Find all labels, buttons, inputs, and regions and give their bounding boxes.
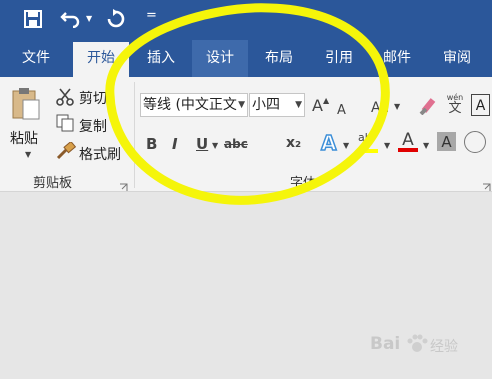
font-size-dropdown-icon[interactable]: ▼ — [295, 94, 302, 116]
subscript-button[interactable]: x₂ — [286, 135, 301, 151]
tab-review[interactable]: 审阅 — [430, 40, 484, 77]
title-bar: ▼ = — [0, 0, 492, 40]
group-separator — [134, 82, 135, 188]
paw-icon — [406, 333, 428, 359]
copy-icon[interactable] — [56, 114, 74, 136]
font-name-dropdown-icon[interactable]: ▼ — [238, 94, 245, 116]
enclose-characters-icon[interactable] — [464, 131, 486, 153]
tab-layout[interactable]: 布局 — [252, 40, 306, 77]
phonetic-bottom: 文 — [448, 101, 462, 116]
bold-button[interactable]: B — [146, 135, 157, 153]
format-painter-icon[interactable] — [56, 140, 77, 164]
text-effects-icon[interactable]: A — [320, 130, 337, 156]
character-shading-icon[interactable]: A — [437, 132, 456, 151]
italic-button[interactable]: I — [172, 135, 178, 153]
customize-qat-icon[interactable]: = — [146, 8, 157, 23]
format-painter-button[interactable]: 格式刷 — [79, 144, 121, 164]
copy-button[interactable]: 复制 — [79, 116, 107, 136]
change-case-icon[interactable]: Aa — [371, 97, 389, 116]
change-case-dropdown-icon[interactable]: ▼ — [394, 102, 400, 111]
font-group-label: 字体 — [290, 176, 317, 191]
font-size-value: 小四 — [252, 97, 280, 113]
font-color-glyph: A — [402, 130, 414, 150]
tab-home[interactable]: 开始 — [73, 42, 129, 77]
underline-dropdown-icon[interactable]: ▼ — [212, 141, 218, 150]
undo-dropdown-icon[interactable]: ▼ — [86, 14, 92, 23]
tab-mailings[interactable]: 邮件 — [370, 40, 424, 77]
tab-insert[interactable]: 插入 — [134, 40, 188, 77]
redo-icon[interactable] — [106, 9, 126, 33]
watermark-text: 经验 — [430, 339, 458, 355]
eraser-icon[interactable] — [418, 95, 438, 119]
undo-icon[interactable] — [60, 8, 82, 32]
font-color-dropdown-icon[interactable]: ▼ — [423, 141, 429, 150]
scissors-icon[interactable] — [56, 88, 74, 110]
character-border-glyph: A — [475, 98, 486, 114]
strikethrough-button[interactable]: abc — [224, 137, 248, 151]
ribbon-tabs: 文件 开始 插入 设计 布局 引用 邮件 审阅 — [0, 40, 492, 77]
phonetic-guide-icon[interactable]: wén 文 — [445, 93, 465, 116]
character-shading-glyph: A — [441, 133, 452, 151]
grow-font-icon[interactable]: A▲ — [312, 96, 329, 115]
font-name-select[interactable]: 等线 (中文正文 ▼ — [140, 93, 248, 117]
font-size-select[interactable]: 小四 ▼ — [249, 93, 305, 117]
tab-design[interactable]: 设计 — [192, 40, 248, 77]
paste-button[interactable]: 粘贴 — [10, 128, 38, 148]
grow-font-glyph: A — [312, 96, 323, 115]
save-icon[interactable] — [24, 10, 42, 32]
tab-references[interactable]: 引用 — [312, 40, 366, 77]
cut-button[interactable]: 剪切 — [79, 88, 107, 108]
tab-file[interactable]: 文件 — [8, 40, 64, 77]
paste-dropdown-icon[interactable]: ▼ — [25, 150, 31, 159]
shrink-font-glyph: A — [337, 103, 346, 118]
underline-button[interactable]: U — [196, 135, 208, 153]
shrink-font-icon[interactable]: A — [337, 99, 346, 118]
character-border-icon[interactable]: A — [471, 94, 490, 116]
font-name-value: 等线 (中文正文 — [143, 97, 237, 113]
text-effects-dropdown-icon[interactable]: ▼ — [343, 141, 349, 150]
highlight-dropdown-icon[interactable]: ▼ — [384, 141, 390, 150]
font-color-icon[interactable]: A — [398, 130, 418, 152]
paste-icon[interactable] — [11, 86, 41, 124]
text-effects-glyph: A — [320, 130, 337, 156]
watermark-logo: Bai — [370, 334, 401, 354]
change-case-label: Aa — [371, 100, 390, 116]
clipboard-group-label: 剪贴板 — [33, 176, 73, 191]
